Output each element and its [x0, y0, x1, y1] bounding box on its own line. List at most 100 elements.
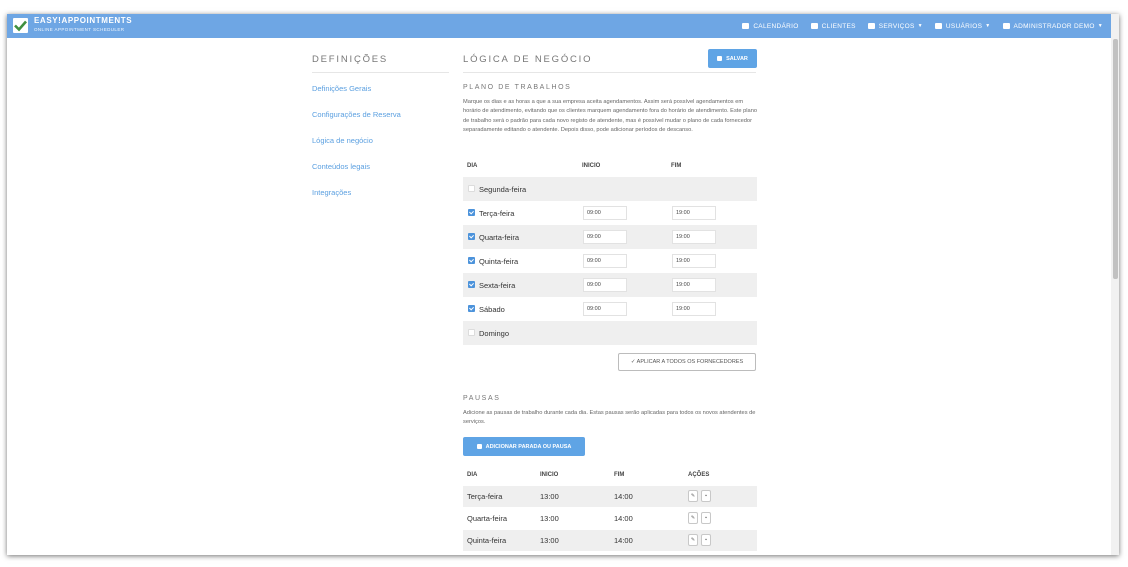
- start-time-input[interactable]: 09:00: [583, 302, 627, 316]
- day-checkbox[interactable]: [468, 329, 475, 336]
- breaks-header-end: FIM: [614, 472, 625, 478]
- day-checkbox[interactable]: [468, 209, 475, 216]
- sidebar-item-business-logic[interactable]: Lógica de negócio: [312, 136, 373, 145]
- header-end: FIM: [671, 163, 682, 169]
- logo-check-icon: [13, 18, 28, 33]
- end-time-input[interactable]: 19:00: [672, 206, 716, 220]
- break-end: 14:00: [614, 536, 633, 545]
- work-plan-row: Terça-feira 09:00 19:00: [463, 201, 757, 225]
- nav-label: ADMINISTRADOR DEMO: [1013, 22, 1095, 30]
- header-day: DIA: [467, 163, 478, 169]
- users-icon: [810, 23, 818, 29]
- break-end: 14:00: [614, 492, 633, 501]
- sidebar-item-general[interactable]: Definições Gerais: [312, 84, 371, 93]
- end-time-input[interactable]: 19:00: [672, 302, 716, 316]
- day-label: Quarta-feira: [479, 233, 520, 242]
- end-time-input[interactable]: 19:00: [672, 230, 716, 244]
- nav-label: USUÁRIOS: [945, 22, 983, 30]
- nav-services[interactable]: SERVIÇOS ▼: [867, 22, 923, 30]
- end-time-input[interactable]: 19:00: [672, 254, 716, 268]
- work-plan-title: PLANO DE TRABALHOS: [463, 84, 572, 91]
- break-day: Quarta-feira: [467, 514, 508, 523]
- break-start: 13:00: [540, 492, 559, 501]
- sidebar-title: DEFINIÇÕES: [312, 54, 389, 65]
- start-time-input[interactable]: 09:00: [583, 230, 627, 244]
- caret-down-icon: ▼: [985, 23, 991, 29]
- nav-customers[interactable]: CLIENTES: [810, 22, 856, 30]
- day-label: Quinta-feira: [479, 257, 519, 266]
- save-icon: [717, 56, 723, 61]
- edit-icon[interactable]: ✎: [688, 512, 698, 524]
- break-start: 13:00: [540, 514, 559, 523]
- day-label: Domingo: [479, 329, 510, 338]
- add-break-button[interactable]: ADICIONAR PARADA OU PAUSA: [463, 437, 585, 456]
- scrollbar-thumb[interactable]: [1113, 39, 1118, 279]
- sidebar-item-legal[interactable]: Conteúdos legais: [312, 162, 370, 171]
- save-label: SALVAR: [726, 55, 748, 62]
- apply-to-all-providers-button[interactable]: ✓ APLICAR A TODOS OS FORNECEDORES: [618, 353, 756, 371]
- user-icon: [1002, 23, 1010, 29]
- day-label: Segunda-feira: [479, 185, 527, 194]
- nav-menu: CALENDÁRIO CLIENTES SERVIÇOS ▼ USUÁRIOS …: [730, 14, 1103, 38]
- break-day: Terça-feira: [467, 492, 503, 501]
- break-start: 13:00: [540, 536, 559, 545]
- start-time-input[interactable]: 09:00: [583, 206, 627, 220]
- nav-label: SERVIÇOS: [878, 22, 915, 30]
- edit-icon[interactable]: ✎: [688, 534, 698, 546]
- work-plan-row: Sábado 09:00 19:00: [463, 297, 757, 321]
- nav-label: CLIENTES: [821, 22, 856, 30]
- day-label: Terça-feira: [479, 209, 515, 218]
- caret-down-icon: ▼: [1097, 23, 1103, 29]
- break-day: Quinta-feira: [467, 536, 507, 545]
- breaks-description: Adicione as pausas de trabalho durante c…: [463, 410, 756, 426]
- trash-icon[interactable]: ▪: [701, 490, 711, 502]
- day-checkbox[interactable]: [468, 185, 475, 192]
- work-plan-row: Quinta-feira 09:00 19:00: [463, 249, 757, 273]
- day-checkbox[interactable]: [468, 257, 475, 264]
- nav-calendar[interactable]: CALENDÁRIO: [742, 23, 798, 30]
- cubes-icon: [867, 23, 875, 29]
- sidebar-item-booking[interactable]: Configurações de Reserva: [312, 110, 401, 119]
- caret-down-icon: ▼: [917, 23, 923, 29]
- edit-icon[interactable]: ✎: [688, 490, 698, 502]
- user-group-icon: [934, 23, 942, 29]
- work-plan-row: Segunda-feira: [463, 177, 757, 201]
- day-checkbox[interactable]: [468, 233, 475, 240]
- start-time-input[interactable]: 09:00: [583, 254, 627, 268]
- breaks-header-actions: AÇÕES: [688, 472, 710, 478]
- brand-subtitle: ONLINE APPOINTMENT SCHEDULER: [34, 27, 125, 32]
- end-time-input[interactable]: 19:00: [672, 278, 716, 292]
- break-end: 14:00: [614, 514, 633, 523]
- work-plan-description: Marque os dias e as horas a que a sua em…: [463, 99, 758, 133]
- break-row[interactable]: Terça-feira 13:00 14:00 ✎ ▪: [463, 486, 757, 507]
- top-navbar: EASY!APPOINTMENTS ONLINE APPOINTMENT SCH…: [7, 14, 1111, 38]
- trash-icon[interactable]: ▪: [701, 512, 711, 524]
- nav-admin[interactable]: ADMINISTRADOR DEMO ▼: [1002, 22, 1104, 30]
- page-title: LÓGICA DE NEGÓCIO: [463, 54, 593, 65]
- calendar-icon: [742, 23, 750, 29]
- brand-name[interactable]: EASY!APPOINTMENTS: [34, 16, 132, 25]
- sidebar-item-integrations[interactable]: Integrações: [312, 188, 351, 197]
- work-plan-row: Domingo: [463, 321, 757, 345]
- nav-label: CALENDÁRIO: [753, 22, 799, 30]
- title-divider: [463, 72, 756, 73]
- breaks-header-day: DIA: [467, 472, 478, 478]
- trash-icon[interactable]: ▪: [701, 534, 711, 546]
- save-button[interactable]: SALVAR: [708, 49, 757, 68]
- scrollbar[interactable]: [1111, 14, 1119, 555]
- day-label: Sexta-feira: [479, 281, 516, 290]
- day-checkbox[interactable]: [468, 281, 475, 288]
- breaks-title: PAUSAS: [463, 395, 501, 402]
- break-row[interactable]: Quinta-feira 13:00 14:00 ✎ ▪: [463, 530, 757, 551]
- day-checkbox[interactable]: [468, 305, 475, 312]
- add-break-label: ADICIONAR PARADA OU PAUSA: [485, 443, 572, 450]
- start-time-input[interactable]: 09:00: [583, 278, 627, 292]
- sidebar-divider: [312, 72, 449, 73]
- breaks-header-start: INICIO: [540, 472, 559, 478]
- nav-users[interactable]: USUÁRIOS ▼: [934, 22, 991, 30]
- work-plan-row: Sexta-feira 09:00 19:00: [463, 273, 757, 297]
- work-plan-row: Quarta-feira 09:00 19:00: [463, 225, 757, 249]
- break-row[interactable]: Quarta-feira 13:00 14:00 ✎ ▪: [463, 508, 757, 529]
- plus-square-icon: [476, 444, 482, 449]
- browser-frame: EASY!APPOINTMENTS ONLINE APPOINTMENT SCH…: [7, 14, 1119, 555]
